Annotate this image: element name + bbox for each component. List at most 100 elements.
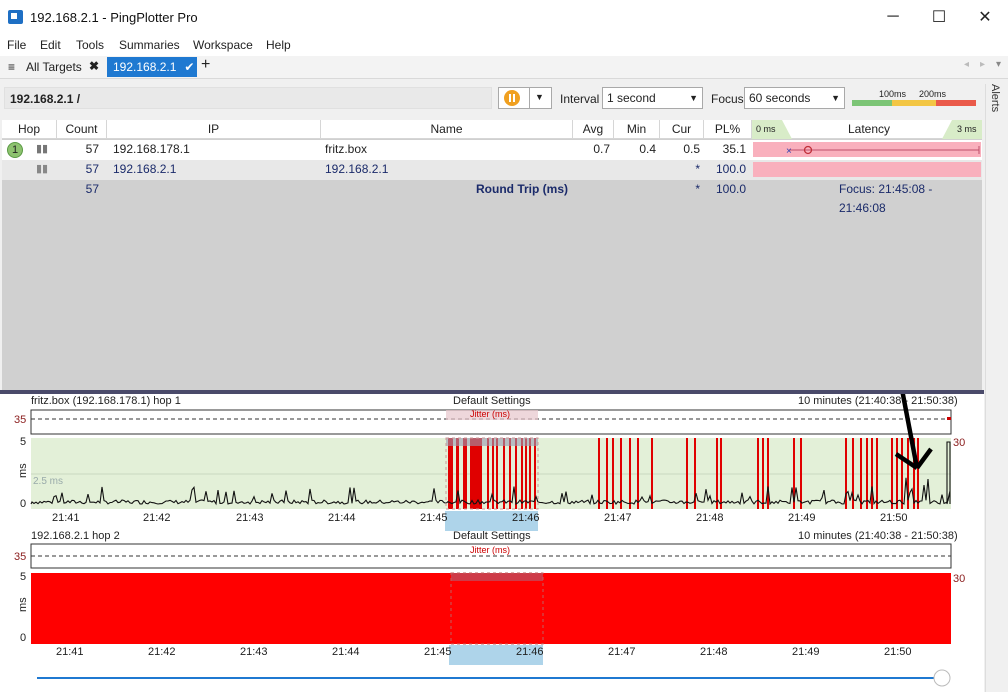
loss-spike <box>629 438 631 509</box>
tab-all-targets[interactable]: All Targets <box>26 58 82 76</box>
graph2-loss-scale: 30 <box>953 573 965 585</box>
loss-spike <box>521 438 523 509</box>
maximize-button[interactable]: ☐ <box>916 0 962 34</box>
graph2-focus-top <box>451 573 543 581</box>
loss-spike <box>871 438 873 509</box>
latency-max-label: 3 ms <box>957 124 977 134</box>
loss-spike <box>891 438 893 509</box>
tab-target-active[interactable]: 192.168.2.1 ✔ <box>107 57 197 77</box>
cell-pl: 35.1 <box>722 142 746 156</box>
graph2-ymin: 0 <box>20 632 26 644</box>
graph2-tick-label: 21:41 <box>56 646 84 658</box>
menu-summaries[interactable]: Summaries <box>119 38 180 52</box>
window-title: 192.168.2.1 - PingPlotter Pro <box>30 10 198 25</box>
focus-value: 60 seconds <box>749 91 811 105</box>
table-row[interactable]: ▮▮ 57 192.168.2.1 192.168.2.1 * 100.0 <box>2 160 982 180</box>
graph2-y-unit: ms <box>17 597 29 612</box>
loss-spike <box>448 438 453 509</box>
loss-spike <box>509 438 511 509</box>
menu-help[interactable]: Help <box>266 38 291 52</box>
graph2-packet-loss <box>31 573 951 644</box>
graph1-ymin: 0 <box>20 498 26 510</box>
loss-spike <box>651 438 653 509</box>
col-cur[interactable]: Cur <box>660 120 704 139</box>
scroll-left-icon[interactable]: ◂ <box>964 59 969 70</box>
menu-bar: File Edit Tools Summaries Workspace Help <box>0 34 1008 56</box>
graph1-jitter-label: Jitter (ms) <box>470 409 510 419</box>
bar-chart-icon[interactable]: ▮▮ <box>36 162 48 175</box>
loss-spike <box>901 438 903 509</box>
graph2-tick-label: 21:47 <box>608 646 636 658</box>
menu-file[interactable]: File <box>7 38 26 52</box>
graph1-tick-label: 21:49 <box>788 512 816 524</box>
graph1-tick-label: 21:43 <box>236 512 264 524</box>
table-row[interactable]: 1 ▮▮ 57 192.168.178.1 fritz.box 0.7 0.4 … <box>2 140 982 160</box>
graph2-tick-label: 21:45 <box>424 646 452 658</box>
cell-min: 0.4 <box>639 142 656 156</box>
close-tab-icon[interactable]: ✖ <box>89 59 99 73</box>
bar-chart-icon[interactable]: ▮▮ <box>36 142 48 155</box>
graph2-tick-label: 21:44 <box>332 646 360 658</box>
graph1-tick-label: 21:47 <box>604 512 632 524</box>
graph1-focus-top <box>446 438 538 446</box>
menu-edit[interactable]: Edit <box>40 38 61 52</box>
interval-value: 1 second <box>607 91 656 105</box>
loss-spike <box>525 438 527 509</box>
focus-select[interactable]: 60 seconds ▼ <box>744 87 845 109</box>
graph2-tick-label: 21:50 <box>884 646 912 658</box>
tab-list-icon[interactable]: ▾ <box>996 59 1001 70</box>
loss-spike <box>620 438 622 509</box>
col-avg[interactable]: Avg <box>573 120 614 139</box>
graph2-tick-label: 21:43 <box>240 646 268 658</box>
title-bar: 192.168.2.1 - PingPlotter Pro ─ ☐ ✕ <box>0 0 1008 34</box>
col-min[interactable]: Min <box>614 120 660 139</box>
scale-label-100: 100ms <box>879 89 907 99</box>
graph1-tick-label: 21:48 <box>696 512 724 524</box>
pause-icon[interactable] <box>504 90 520 106</box>
summary-pl: 100.0 <box>715 182 746 196</box>
col-count[interactable]: Count <box>57 120 107 139</box>
loss-spike <box>716 438 718 509</box>
timeline-graphs[interactable]: Jitter (ms) 35 2.5 ms 5 0 ms 30 21:41 21:… <box>0 394 984 692</box>
graph2-tick-label: 21:46 <box>516 646 544 658</box>
chevron-down-icon: ▼ <box>831 93 840 103</box>
pause-control[interactable]: ▼ <box>498 87 552 109</box>
graph1-jitter-mark <box>947 417 951 420</box>
summary-label: Round Trip (ms) <box>476 182 568 196</box>
loss-spike <box>720 438 722 509</box>
scale-label-200: 200ms <box>919 89 947 99</box>
alerts-panel[interactable]: Alerts <box>985 84 1008 692</box>
col-hop[interactable]: Hop <box>2 120 57 139</box>
minimize-button[interactable]: ─ <box>870 0 916 34</box>
col-pl[interactable]: PL% <box>704 120 752 139</box>
loss-spike <box>637 438 639 509</box>
menu-tools[interactable]: Tools <box>76 38 104 52</box>
col-name[interactable]: Name <box>321 120 573 139</box>
graph2-tick-label: 21:42 <box>148 646 176 658</box>
summary-row: 57 Round Trip (ms) * 100.0 Focus: 21:45:… <box>2 180 982 215</box>
loss-spike <box>612 438 614 509</box>
pause-dropdown-icon[interactable]: ▼ <box>535 92 544 102</box>
close-button[interactable]: ✕ <box>962 0 1008 34</box>
loss-spike <box>606 438 608 509</box>
cell-name: fritz.box <box>325 142 368 156</box>
add-tab-button[interactable]: + <box>201 56 210 74</box>
summary-count: 57 <box>85 182 99 196</box>
loss-spike <box>503 438 505 509</box>
loss-spike <box>762 438 764 509</box>
tab-active-label: 192.168.2.1 <box>113 60 177 74</box>
col-latency[interactable]: 0 ms Latency 3 ms <box>752 120 982 139</box>
loss-spike <box>767 438 769 509</box>
graph1-tick-label: 21:50 <box>880 512 908 524</box>
latency-bar <box>753 162 981 177</box>
loss-spike <box>487 438 489 509</box>
col-ip[interactable]: IP <box>107 120 321 139</box>
interval-select[interactable]: 1 second ▼ <box>602 87 703 109</box>
time-slider-thumb <box>933 669 951 687</box>
target-path[interactable]: 192.168.2.1 / <box>4 87 492 109</box>
loss-spike <box>529 438 531 509</box>
latency-min-label: 0 ms <box>756 124 776 134</box>
hamburger-icon[interactable]: ≡ <box>8 60 15 74</box>
scroll-right-icon[interactable]: ▸ <box>980 59 985 70</box>
menu-workspace[interactable]: Workspace <box>193 38 253 52</box>
